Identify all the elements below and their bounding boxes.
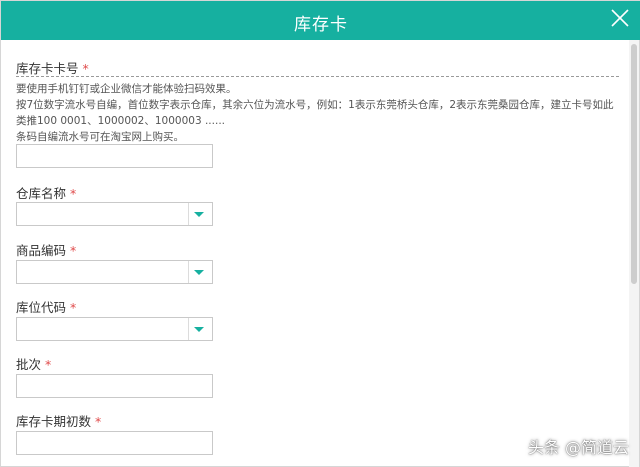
chevron-down-icon[interactable] <box>194 212 204 217</box>
card-no-help-line-1: 要使用手机钉钉或企业微信才能体验扫码效果。 <box>16 83 237 95</box>
card-no-input[interactable] <box>16 144 213 168</box>
opening-qty-input[interactable] <box>16 431 213 455</box>
batch-label-text: 批次 <box>16 357 42 372</box>
card-no-help-line-3: 条码自编流水号可在淘宝网上购买。 <box>16 131 184 143</box>
warehouse-name-label-text: 仓库名称 <box>16 186 67 201</box>
select-separator <box>188 318 189 340</box>
scrollbar-thumb[interactable] <box>631 44 637 284</box>
opening-qty-label-text: 库存卡期初数 <box>16 414 92 429</box>
location-code-label: 库位代码 * <box>16 297 76 316</box>
warehouse-name-label: 仓库名称 * <box>16 183 76 202</box>
required-mark: * <box>95 414 102 429</box>
watermark: 头条 @简道云 <box>527 438 629 457</box>
help-divider <box>16 76 619 77</box>
product-code-select[interactable] <box>16 260 213 284</box>
location-code-select[interactable] <box>16 317 213 341</box>
location-code-label-text: 库位代码 <box>16 300 67 315</box>
required-mark: * <box>70 300 77 315</box>
product-code-label: 商品编码 * <box>16 240 76 259</box>
required-mark: * <box>70 243 77 258</box>
product-code-label-text: 商品编码 <box>16 243 67 258</box>
chevron-down-icon[interactable] <box>194 270 204 275</box>
opening-qty-label: 库存卡期初数 * <box>16 411 101 430</box>
card-no-label: 库存卡卡号 * <box>16 58 89 77</box>
required-mark: * <box>70 186 77 201</box>
required-mark: * <box>45 357 52 372</box>
card-no-help-line-2: 按7位数字流水号自编，首位数字表示仓库，其余六位为流水号，例如：1表示东莞桥头仓… <box>16 99 614 127</box>
required-mark: * <box>82 61 89 76</box>
inventory-card-dialog: 库存卡 库存卡卡号 * 要使用手机钉钉或企业微信才能体验扫码效果。 按7位数字流水… <box>0 0 640 467</box>
select-separator <box>188 203 189 225</box>
dialog-title: 库存卡 <box>294 15 348 35</box>
select-separator <box>188 261 189 283</box>
scrollbar[interactable] <box>629 40 639 467</box>
close-icon[interactable] <box>609 7 631 29</box>
dialog-header: 库存卡 <box>1 1 640 40</box>
card-no-label-text: 库存卡卡号 <box>16 61 79 76</box>
chevron-down-icon[interactable] <box>194 327 204 332</box>
warehouse-name-select[interactable] <box>16 202 213 226</box>
batch-label: 批次 * <box>16 354 51 373</box>
batch-input[interactable] <box>16 374 213 398</box>
